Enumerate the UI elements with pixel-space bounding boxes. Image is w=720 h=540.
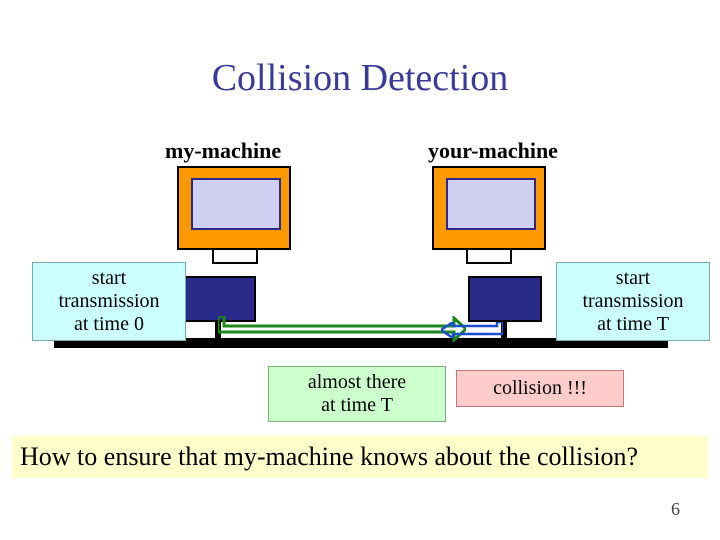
page-title: Collision Detection (0, 56, 720, 100)
screen-icon (191, 178, 281, 230)
slide: Collision Detection my-machine your-mach… (0, 0, 720, 540)
callout-line: start (41, 267, 177, 290)
label-my-machine: my-machine (165, 138, 281, 164)
callout-line: transmission (41, 290, 177, 313)
callout-line: almost there (277, 371, 437, 394)
callout-collision: collision !!! (456, 370, 624, 407)
monitor-icon (432, 166, 546, 250)
cpu-box-icon (182, 276, 256, 322)
callout-line: transmission (565, 290, 701, 313)
screen-icon (446, 178, 536, 230)
callout-line: at time T (565, 313, 701, 336)
cpu-box-icon (468, 276, 542, 322)
callout-start-right: start transmission at time T (556, 262, 710, 341)
callout-line: at time 0 (41, 313, 177, 336)
drop-cable-icon (501, 320, 507, 340)
callout-line: start (565, 267, 701, 290)
monitor-icon (177, 166, 291, 250)
label-your-machine: your-machine (428, 138, 558, 164)
transmission-arrow-right-icon (441, 322, 503, 338)
drop-cable-icon (215, 320, 221, 340)
monitor-stand-icon (212, 248, 258, 264)
monitor-stand-icon (466, 248, 512, 264)
callout-line: at time T (277, 394, 437, 417)
page-number: 6 (671, 499, 680, 520)
question-banner: How to ensure that my-machine knows abou… (12, 436, 708, 478)
callout-almost-there: almost there at time T (268, 366, 446, 422)
callout-start-left: start transmission at time 0 (32, 262, 186, 341)
